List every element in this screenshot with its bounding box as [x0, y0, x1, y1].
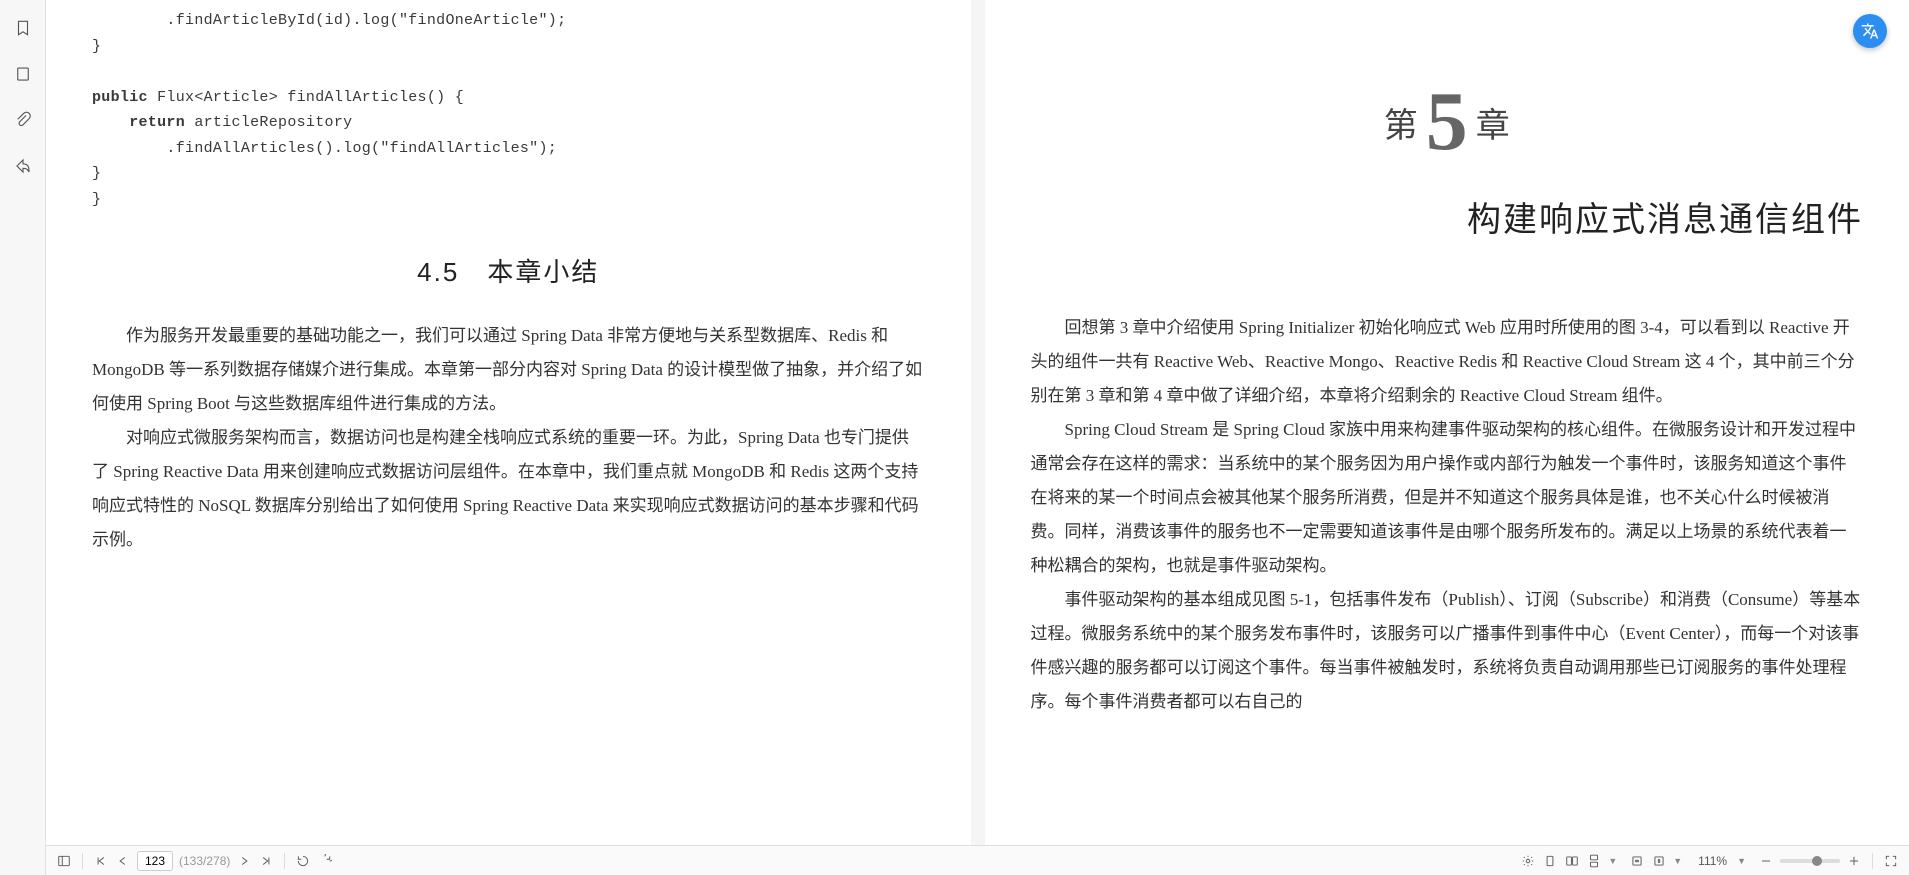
view-single-icon[interactable] [1542, 853, 1558, 869]
page-total: (133/278) [179, 854, 230, 868]
body-paragraph: 回想第 3 章中介绍使用 Spring Initializer 初始化响应式 W… [1031, 311, 1864, 413]
share-icon[interactable] [13, 156, 33, 176]
page-left: .findArticleById(id).log("findOneArticle… [46, 0, 971, 845]
document-viewport: .findArticleById(id).log("findOneArticle… [46, 0, 1909, 845]
fit-dropdown-icon[interactable]: ▼ [1673, 856, 1682, 866]
view-scroll-icon[interactable] [1586, 853, 1602, 869]
zoom-slider[interactable] [1780, 859, 1840, 863]
rotate-left-icon[interactable] [295, 853, 311, 869]
body-paragraph: 事件驱动架构的基本组成见图 5-1，包括事件发布（Publish）、订阅（Sub… [1031, 583, 1864, 719]
last-page-icon[interactable] [258, 853, 274, 869]
fit-width-icon[interactable] [1629, 853, 1645, 869]
attachment-icon[interactable] [13, 110, 33, 130]
code-block: .findArticleById(id).log("findOneArticle… [92, 8, 925, 212]
zoom-in-icon[interactable] [1846, 853, 1862, 869]
next-page-icon[interactable] [236, 853, 252, 869]
fullscreen-icon[interactable] [1883, 853, 1899, 869]
bookmark-icon[interactable] [13, 18, 33, 38]
read-aloud-icon[interactable] [1520, 853, 1536, 869]
view-double-icon[interactable] [1564, 853, 1580, 869]
section-heading: 4.5 本章小结 [92, 252, 925, 289]
zoom-out-icon[interactable] [1758, 853, 1774, 869]
side-rail [0, 0, 46, 875]
chapter-title: 构建响应式消息通信组件 [1031, 192, 1864, 241]
zoom-dropdown-icon[interactable]: ▼ [1737, 856, 1746, 866]
page-number-input[interactable] [137, 851, 173, 871]
fit-page-icon[interactable] [1651, 853, 1667, 869]
status-bar: (133/278) ▼ ▼ 111% ▼ [46, 845, 1909, 875]
view-dropdown-icon[interactable]: ▼ [1608, 856, 1617, 866]
body-paragraph: 对响应式微服务架构而言，数据访问也是构建全栈响应式系统的重要一环。为此，Spri… [92, 421, 925, 557]
prev-page-icon[interactable] [115, 853, 131, 869]
translate-fab[interactable] [1853, 14, 1887, 48]
thumbnails-icon[interactable] [13, 64, 33, 84]
first-page-icon[interactable] [93, 853, 109, 869]
rotate-right-icon[interactable] [317, 853, 333, 869]
panel-toggle-icon[interactable] [56, 853, 72, 869]
zoom-level: 111% [1698, 854, 1727, 868]
page-right: 第 5 章 构建响应式消息通信组件 回想第 3 章中介绍使用 Spring In… [985, 0, 1909, 845]
body-paragraph: Spring Cloud Stream 是 Spring Cloud 家族中用来… [1031, 413, 1864, 583]
body-paragraph: 作为服务开发最重要的基础功能之一，我们可以通过 Spring Data 非常方便… [92, 319, 925, 421]
chapter-number: 第 5 章 [1031, 68, 1864, 152]
